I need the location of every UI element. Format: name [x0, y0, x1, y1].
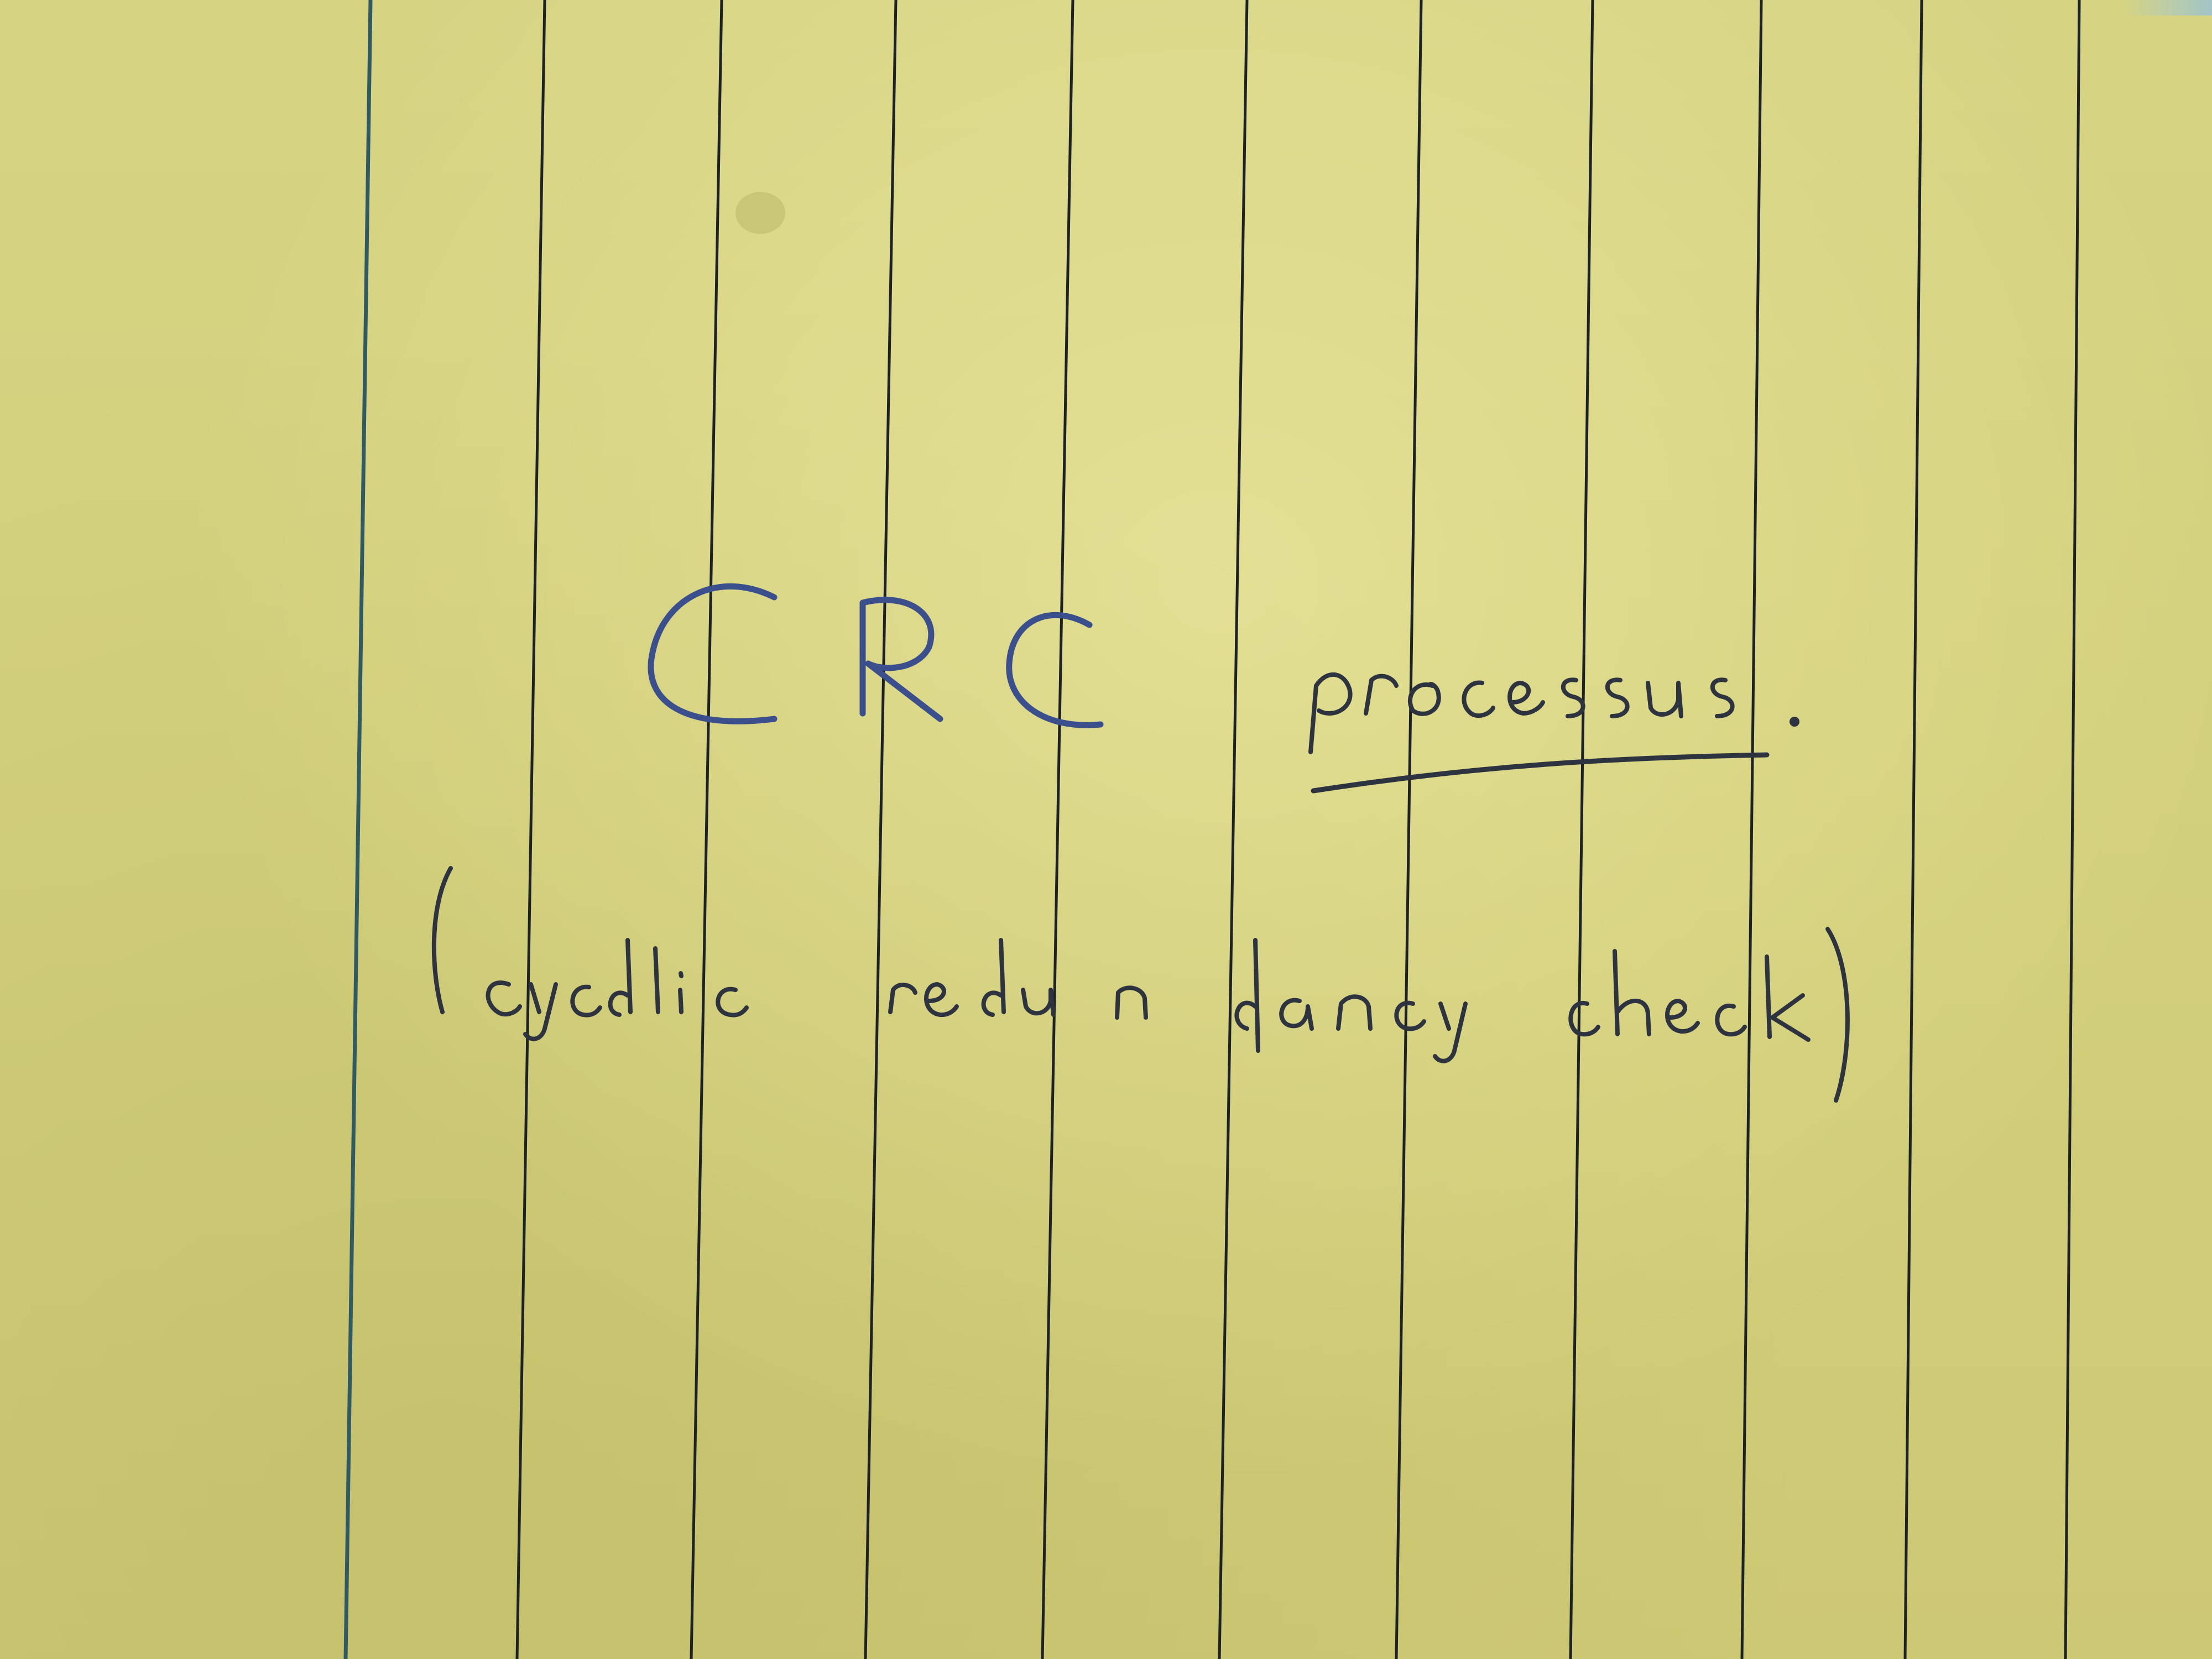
- yellow-legal-paper: CRC processus. (cyclic redundancy check): [0, 0, 2212, 1659]
- background-edge: [2124, 0, 2212, 15]
- handwritten-title: [431, 583, 1850, 1103]
